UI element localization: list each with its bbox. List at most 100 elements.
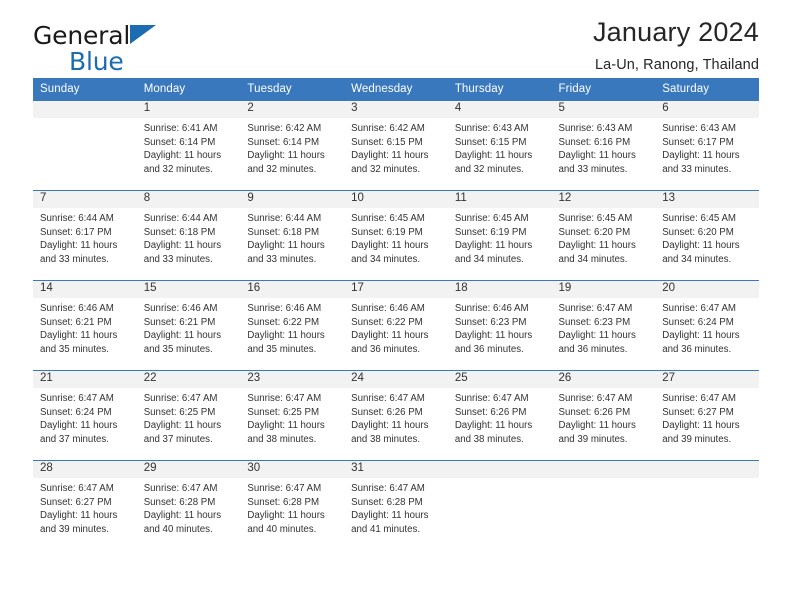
calendar-day-cell[interactable]: 28 Sunrise: 6:47 AM Sunset: 6:27 PM Dayligh… — [33, 460, 137, 550]
sunrise-text: Sunrise: 6:46 AM — [454, 303, 529, 314]
calendar-day-cell[interactable]: 3 Sunrise: 6:42 AM Sunset: 6:15 PM Daylight… — [344, 100, 448, 191]
day-number: 10 — [344, 191, 448, 208]
calendar-day-cell[interactable]: 31 Sunrise: 6:47 AM Sunset: 6:28 PM Dayligh… — [344, 460, 448, 550]
calendar-day-cell[interactable]: 15 Sunrise: 6:46 AM Sunset: 6:21 PM Dayligh… — [136, 280, 241, 371]
sunset-text: Sunset: 6:16 PM — [558, 136, 631, 148]
calendar-day-cell[interactable]: 24 Sunrise: 6:47 AM Sunset: 6:26 PM Dayligh… — [344, 370, 448, 461]
calendar-day-cell[interactable]: 18 Sunrise: 6:46 AM Sunset: 6:23 PM Dayligh… — [447, 280, 552, 371]
calendar-day-cell[interactable]: 8 Sunrise: 6:44 AM Sunset: 6:18 PM Daylight… — [136, 190, 241, 281]
sunrise-text: Sunrise: 6:43 AM — [662, 123, 736, 134]
day-details: Sunrise: 6:47 AM Sunset: 6:28 PM Daylight:… — [240, 478, 344, 536]
daylight-text: Daylight: 11 hours and 40 minutes. — [143, 510, 222, 535]
daylight-text: Daylight: 11 hours and 36 minutes. — [662, 330, 740, 355]
calendar-day-cell[interactable]: 14 Sunrise: 6:46 AM Sunset: 6:21 PM Dayligh… — [33, 280, 137, 371]
day-number: 21 — [33, 371, 137, 388]
day-number: 22 — [136, 371, 241, 388]
weekday-header-thursday: Thursday — [447, 78, 552, 101]
daylight-text: Daylight: 11 hours and 39 minutes. — [662, 420, 740, 445]
day-number: 15 — [136, 281, 241, 298]
calendar-day-cell[interactable]: 11 Sunrise: 6:45 AM Sunset: 6:19 PM Dayligh… — [447, 190, 552, 281]
calendar-day-cell[interactable]: 25 Sunrise: 6:47 AM Sunset: 6:26 PM Dayligh… — [447, 370, 552, 461]
day-number: 19 — [551, 281, 656, 298]
sunrise-text: Sunrise: 6:43 AM — [454, 123, 529, 134]
day-number — [447, 461, 552, 478]
weekday-header-sunday: Sunday — [33, 78, 137, 101]
day-details: Sunrise: 6:47 AM Sunset: 6:24 PM Daylight:… — [33, 388, 137, 446]
calendar-day-cell[interactable]: 10 Sunrise: 6:45 AM Sunset: 6:19 PM Dayligh… — [344, 190, 448, 281]
sunrise-text: Sunrise: 6:47 AM — [351, 393, 425, 404]
sunrise-text: Sunrise: 6:47 AM — [662, 393, 736, 404]
sunrise-text: Sunrise: 6:44 AM — [247, 213, 322, 224]
sunset-text: Sunset: 6:26 PM — [351, 406, 423, 418]
calendar-day-cell[interactable]: 16 Sunrise: 6:46 AM Sunset: 6:22 PM Dayligh… — [240, 280, 345, 371]
sunset-text: Sunset: 6:17 PM — [662, 136, 734, 148]
page-header: General Blue January 2024 La-Un, Ranong,… — [33, 0, 759, 78]
day-number: 23 — [240, 371, 345, 388]
sunset-text: Sunset: 6:23 PM — [454, 316, 527, 328]
day-number: 1 — [136, 101, 241, 118]
day-details: Sunrise: 6:43 AM Sunset: 6:17 PM Daylight:… — [655, 118, 759, 176]
daylight-text: Daylight: 11 hours and 37 minutes. — [143, 420, 222, 445]
sunrise-text: Sunrise: 6:47 AM — [40, 483, 114, 494]
day-number: 7 — [33, 191, 137, 208]
calendar-day-cell[interactable]: 23 Sunrise: 6:47 AM Sunset: 6:25 PM Dayligh… — [240, 370, 345, 461]
day-number: 26 — [551, 371, 656, 388]
sunrise-text: Sunrise: 6:42 AM — [351, 123, 425, 134]
calendar-day-cell[interactable]: 20 Sunrise: 6:47 AM Sunset: 6:24 PM Dayligh… — [655, 280, 759, 371]
day-details: Sunrise: 6:47 AM Sunset: 6:26 PM Daylight:… — [448, 388, 552, 446]
calendar-day-cell[interactable]: 19 Sunrise: 6:47 AM Sunset: 6:23 PM Dayligh… — [551, 280, 656, 371]
calendar-day-cell[interactable]: 21 Sunrise: 6:47 AM Sunset: 6:24 PM Dayligh… — [33, 370, 137, 461]
daylight-text: Daylight: 11 hours and 38 minutes. — [454, 420, 533, 445]
calendar-day-cell[interactable]: 9 Sunrise: 6:44 AM Sunset: 6:18 PM Daylight… — [240, 190, 345, 281]
calendar-day-cell[interactable]: 29 Sunrise: 6:47 AM Sunset: 6:28 PM Dayligh… — [136, 460, 241, 550]
brand-logo[interactable]: General Blue — [33, 23, 157, 74]
daylight-text: Daylight: 11 hours and 33 minutes. — [558, 150, 636, 175]
triangle-logo-icon — [130, 25, 157, 44]
sunrise-text: Sunrise: 6:47 AM — [247, 393, 322, 404]
daylight-text: Daylight: 11 hours and 34 minutes. — [662, 240, 740, 265]
calendar-day-cell[interactable]: 1 Sunrise: 6:41 AM Sunset: 6:14 PM Daylight… — [136, 100, 241, 191]
day-number — [33, 101, 137, 118]
title-block: January 2024 La-Un, Ranong, Thailand — [593, 17, 759, 73]
daylight-text: Daylight: 11 hours and 39 minutes. — [558, 420, 636, 445]
day-details: Sunrise: 6:45 AM Sunset: 6:19 PM Daylight:… — [448, 208, 552, 266]
brand-name-general: General — [33, 23, 157, 48]
day-number: 3 — [344, 101, 448, 118]
calendar-day-cell[interactable]: 22 Sunrise: 6:47 AM Sunset: 6:25 PM Dayligh… — [136, 370, 241, 461]
calendar-day-cell[interactable]: 27 Sunrise: 6:47 AM Sunset: 6:27 PM Dayligh… — [655, 370, 759, 461]
weekday-header-monday: Monday — [136, 78, 241, 101]
daylight-text: Daylight: 11 hours and 35 minutes. — [40, 330, 118, 355]
daylight-text: Daylight: 11 hours and 36 minutes. — [351, 330, 429, 355]
calendar-day-cell[interactable]: 12 Sunrise: 6:45 AM Sunset: 6:20 PM Dayligh… — [551, 190, 656, 281]
sunset-text: Sunset: 6:26 PM — [558, 406, 631, 418]
calendar-week-row: 7 Sunrise: 6:44 AM Sunset: 6:17 PM Daylight… — [33, 190, 759, 281]
weekday-header-saturday: Saturday — [655, 78, 759, 101]
sunset-text: Sunset: 6:25 PM — [143, 406, 216, 418]
day-details: Sunrise: 6:46 AM Sunset: 6:21 PM Daylight:… — [137, 298, 241, 356]
calendar-day-cell[interactable]: 2 Sunrise: 6:42 AM Sunset: 6:14 PM Daylight… — [240, 100, 345, 191]
sunset-text: Sunset: 6:18 PM — [143, 226, 216, 238]
sunset-text: Sunset: 6:21 PM — [40, 316, 112, 328]
calendar-day-cell[interactable]: 13 Sunrise: 6:45 AM Sunset: 6:20 PM Dayligh… — [655, 190, 759, 281]
sunrise-text: Sunrise: 6:45 AM — [351, 213, 425, 224]
calendar-day-cell[interactable]: 30 Sunrise: 6:47 AM Sunset: 6:28 PM Dayligh… — [240, 460, 345, 550]
calendar-day-cell[interactable]: 6 Sunrise: 6:43 AM Sunset: 6:17 PM Daylight… — [655, 100, 759, 191]
day-details: Sunrise: 6:46 AM Sunset: 6:22 PM Daylight:… — [344, 298, 448, 356]
calendar-day-cell[interactable]: 7 Sunrise: 6:44 AM Sunset: 6:17 PM Daylight… — [33, 190, 137, 281]
weekday-header-wednesday: Wednesday — [344, 78, 448, 101]
calendar-day-cell[interactable]: 4 Sunrise: 6:43 AM Sunset: 6:15 PM Daylight… — [447, 100, 552, 191]
sunset-text: Sunset: 6:18 PM — [247, 226, 320, 238]
sunrise-text: Sunrise: 6:44 AM — [40, 213, 114, 224]
location-subtitle: La-Un, Ranong, Thailand — [594, 56, 759, 73]
day-details: Sunrise: 6:47 AM Sunset: 6:28 PM Daylight:… — [137, 478, 241, 536]
day-details: Sunrise: 6:45 AM Sunset: 6:19 PM Daylight:… — [344, 208, 448, 266]
day-details: Sunrise: 6:43 AM Sunset: 6:15 PM Daylight:… — [448, 118, 552, 176]
sunset-text: Sunset: 6:20 PM — [558, 226, 631, 238]
day-number — [655, 461, 759, 478]
calendar-body: 1 Sunrise: 6:41 AM Sunset: 6:14 PM Daylight… — [33, 100, 759, 550]
sunrise-text: Sunrise: 6:47 AM — [247, 483, 322, 494]
calendar-day-cell[interactable]: 5 Sunrise: 6:43 AM Sunset: 6:16 PM Daylight… — [551, 100, 656, 191]
calendar-day-cell[interactable]: 26 Sunrise: 6:47 AM Sunset: 6:26 PM Dayligh… — [551, 370, 656, 461]
calendar-day-cell[interactable]: 17 Sunrise: 6:46 AM Sunset: 6:22 PM Dayligh… — [344, 280, 448, 371]
sunset-text: Sunset: 6:22 PM — [247, 316, 320, 328]
